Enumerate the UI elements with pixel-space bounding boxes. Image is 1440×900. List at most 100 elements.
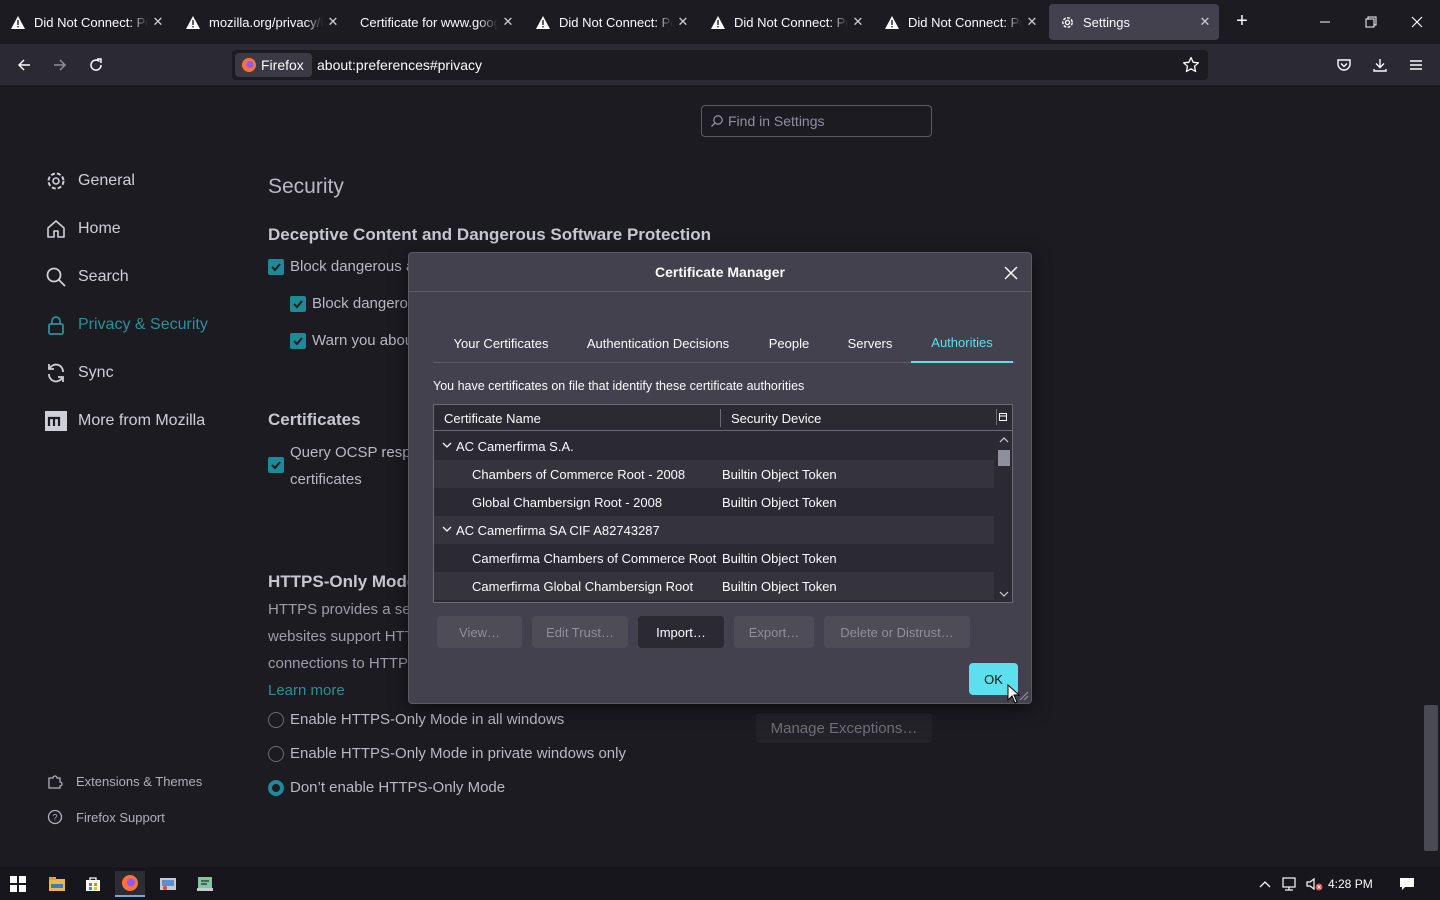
category-label: Privacy & Security <box>78 316 208 333</box>
new-tab-button[interactable]: + <box>1230 10 1254 34</box>
checkmark-icon <box>290 332 306 349</box>
close-tab-icon[interactable]: ✕ <box>323 14 343 30</box>
gear-icon <box>44 169 68 193</box>
learn-more-link[interactable]: Learn more <box>268 682 345 699</box>
firefox-logo-icon <box>241 57 257 73</box>
tree-row[interactable]: Camerfirma Global Chambersign Root Built… <box>434 572 994 600</box>
firefox-taskbar-icon[interactable] <box>115 871 145 897</box>
volume-muted-icon[interactable] <box>1305 875 1325 893</box>
certificate-tabs: Your Certificates Authentication Decisio… <box>433 323 1015 363</box>
close-tab-icon[interactable]: ✕ <box>498 14 518 30</box>
category-search[interactable]: Search <box>44 261 129 293</box>
certificate-group-name: AC Camerfirma S.A. <box>456 438 574 454</box>
close-tab-icon[interactable]: ✕ <box>1195 14 1215 30</box>
import-button[interactable]: Import… <box>638 616 724 648</box>
reload-button[interactable] <box>83 52 109 78</box>
column-separator[interactable] <box>720 409 721 427</box>
tree-row[interactable]: Camerfirma Chambers of Commerce Root Bui… <box>434 544 994 572</box>
firefox-support-link[interactable]: ? Firefox Support <box>46 806 165 828</box>
page-scrollbar-thumb[interactable] <box>1424 705 1438 851</box>
export-button[interactable]: Export… <box>734 616 814 648</box>
tab-authorities[interactable]: Authorities <box>911 323 1013 363</box>
edit-trust-button[interactable]: Edit Trust… <box>532 616 628 648</box>
windows-start-icon[interactable] <box>3 871 33 897</box>
tab-did-not-connect-2[interactable]: Did Not Connect: Pote ✕ <box>525 4 697 40</box>
chevron-down-icon[interactable] <box>442 440 452 450</box>
tab-servers[interactable]: Servers <box>833 323 907 363</box>
checkbox-label: Block dangerous a <box>290 258 415 275</box>
close-window-button[interactable] <box>1405 10 1429 34</box>
close-tab-icon[interactable]: ✕ <box>848 14 868 30</box>
manage-exceptions-button[interactable]: Manage Exceptions… <box>756 713 932 743</box>
view-button[interactable]: View… <box>437 616 522 648</box>
tree-scrollbar-thumb[interactable] <box>998 450 1010 466</box>
url-bar[interactable]: Firefox about:preferences#privacy <box>232 50 1208 80</box>
tree-row-group[interactable]: AC Camerfirma SA CIF A82743287 <box>434 516 994 544</box>
notifications-icon[interactable] <box>1397 875 1417 893</box>
store-icon[interactable] <box>78 871 108 897</box>
tree-row-group[interactable]: AC Camerfirma S.A. <box>434 432 994 460</box>
close-icon[interactable] <box>1001 263 1021 283</box>
certificate-tree[interactable]: Certificate Name Security Device AC Came… <box>433 404 1013 603</box>
search-icon <box>44 265 68 289</box>
tab-your-certificates[interactable]: Your Certificates <box>433 323 569 363</box>
find-in-settings-input[interactable]: Find in Settings <box>701 105 932 137</box>
category-sync[interactable]: Sync <box>44 357 114 389</box>
tab-authentication-decisions[interactable]: Authentication Decisions <box>576 323 740 363</box>
tab-did-not-connect-4[interactable]: Did Not Connect: Pote ✕ <box>874 4 1046 40</box>
close-tab-icon[interactable]: ✕ <box>148 14 168 30</box>
radio-indicator <box>268 745 284 762</box>
column-security-device[interactable]: Security Device <box>731 411 821 426</box>
block-dangerous-checkbox[interactable]: Block dangerous a <box>268 258 414 275</box>
tab-did-not-connect-1[interactable]: Did Not Connect: Pote ✕ <box>0 4 172 40</box>
app-taskbar-icon[interactable] <box>153 871 183 897</box>
minimize-button[interactable] <box>1313 10 1337 34</box>
scroll-down-icon[interactable] <box>996 588 1012 600</box>
file-explorer-icon[interactable] <box>42 871 72 897</box>
tab-did-not-connect-3[interactable]: Did Not Connect: Pote ✕ <box>700 4 872 40</box>
dialog-title: Certificate Manager <box>409 253 1031 292</box>
column-certificate-name[interactable]: Certificate Name <box>444 411 541 426</box>
column-picker-icon[interactable] <box>996 409 1008 425</box>
category-more-from-mozilla[interactable]: More from Mozilla <box>44 405 205 437</box>
extensions-label: Extensions & Themes <box>76 773 203 789</box>
ocsp-label-line1: Query OCSP respo <box>290 444 419 461</box>
close-tab-icon[interactable]: ✕ <box>673 14 693 30</box>
category-general[interactable]: General <box>44 165 135 197</box>
app-taskbar-icon-2[interactable] <box>190 871 220 897</box>
delete-or-distrust-button[interactable]: Delete or Distrust… <box>824 616 970 648</box>
block-dangerous-downloads-checkbox[interactable]: Block dangero <box>290 295 408 312</box>
menu-hamburger-icon[interactable] <box>1403 52 1429 78</box>
bookmark-star-icon[interactable] <box>1182 56 1200 74</box>
forward-button[interactable] <box>47 52 73 78</box>
https-all-windows-radio[interactable]: Enable HTTPS-Only Mode in all windows <box>268 711 564 728</box>
system-clock[interactable]: 4:28 PM <box>1328 877 1373 891</box>
pocket-icon[interactable] <box>1331 52 1357 78</box>
category-home[interactable]: Home <box>44 213 121 245</box>
url-text[interactable]: about:preferences#privacy <box>317 57 482 73</box>
restore-button[interactable] <box>1359 10 1383 34</box>
downloads-icon[interactable] <box>1367 52 1393 78</box>
support-label: Firefox Support <box>76 809 165 825</box>
scroll-up-icon[interactable] <box>996 434 1012 446</box>
tab-certificate[interactable]: Certificate for www.googl ✕ <box>350 4 522 40</box>
tree-scrollbar[interactable] <box>996 432 1012 602</box>
identity-box[interactable]: Firefox <box>235 53 312 77</box>
chevron-down-icon[interactable] <box>442 524 452 534</box>
warn-unwanted-software-checkbox[interactable]: Warn you abou <box>290 332 413 349</box>
https-disabled-radio[interactable]: Don’t enable HTTPS-Only Mode <box>268 779 505 796</box>
https-only-heading: HTTPS-Only Mode <box>268 572 417 591</box>
chevron-up-icon[interactable] <box>1257 875 1273 893</box>
tab-mozilla-privacy[interactable]: mozilla.org/privacy/fir ✕ <box>175 4 347 40</box>
tab-settings[interactable]: Settings ✕ <box>1049 4 1219 40</box>
close-tab-icon[interactable]: ✕ <box>1022 14 1042 30</box>
tree-row[interactable]: Global Chambersign Root - 2008 Builtin O… <box>434 488 994 516</box>
https-private-windows-radio[interactable]: Enable HTTPS-Only Mode in private window… <box>268 745 626 762</box>
ocsp-checkbox[interactable] <box>268 457 290 473</box>
category-privacy-security[interactable]: Privacy & Security <box>44 309 208 341</box>
tab-people[interactable]: People <box>753 323 825 363</box>
back-button[interactable] <box>11 52 37 78</box>
extensions-themes-link[interactable]: Extensions & Themes <box>46 770 202 792</box>
tree-row[interactable]: Chambers of Commerce Root - 2008 Builtin… <box>434 460 994 488</box>
network-icon[interactable] <box>1281 875 1301 893</box>
